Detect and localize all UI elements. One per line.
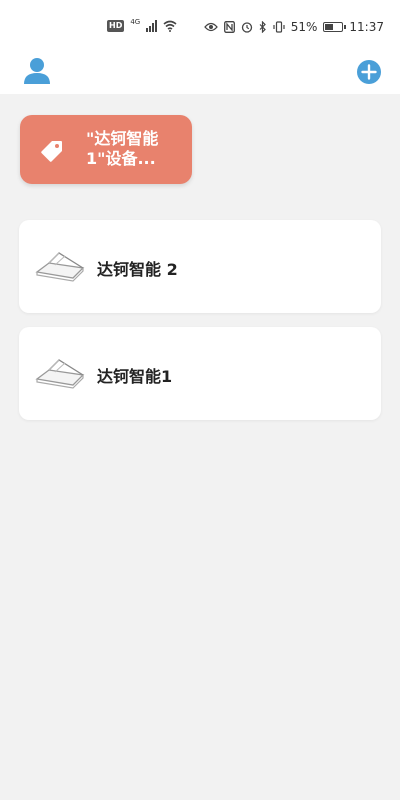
clock-time: 11:37 — [349, 20, 384, 34]
wifi-icon — [163, 20, 177, 32]
status-right: 51% 11:37 — [203, 20, 384, 34]
alarm-icon — [241, 21, 253, 33]
plus-circle-icon[interactable] — [357, 60, 381, 84]
device-name: 达钶智能1 — [97, 367, 173, 386]
device-card[interactable]: 达钶智能1 — [19, 327, 381, 420]
user-icon[interactable] — [22, 56, 52, 86]
network-type: 4G — [130, 18, 141, 26]
top-bar — [0, 56, 400, 94]
eye-icon — [203, 22, 218, 32]
battery-icon — [323, 22, 347, 32]
bluetooth-icon — [259, 21, 267, 33]
hd-icon: HD — [107, 20, 125, 32]
device-card[interactable]: 达钶智能 2 — [19, 220, 381, 313]
status-bar: HD 4G 51% 11:37 — [0, 0, 400, 56]
tag-label: "达钶智能1"设备... — [86, 129, 159, 168]
device-name: 达钶智能 2 — [97, 260, 178, 279]
window-device-icon — [35, 357, 85, 391]
window-device-icon — [35, 250, 85, 284]
vibrate-icon — [273, 21, 285, 33]
4g-signal-icon — [146, 20, 158, 32]
battery-percent: 51% — [290, 20, 318, 34]
tag-icon — [40, 139, 64, 163]
scene-tag-card[interactable]: "达钶智能1"设备... — [20, 115, 192, 184]
status-left: HD 4G — [107, 18, 177, 32]
nfc-icon — [223, 21, 235, 33]
